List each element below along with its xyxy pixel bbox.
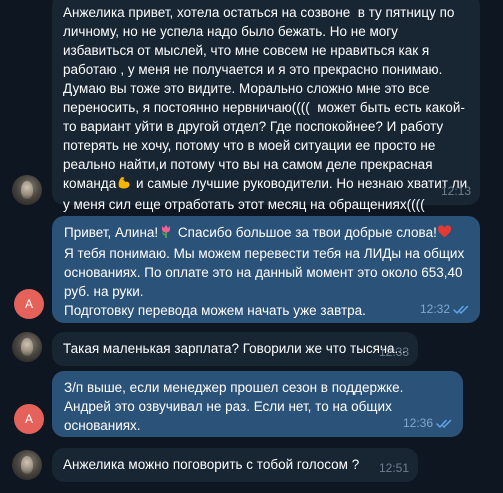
message-greeting: Привет, Алина! <box>64 225 159 240</box>
message-time: 12:36 <box>402 416 433 430</box>
message-text: З/п выше, если менеджер прошел сезон в п… <box>64 380 408 433</box>
message-body: Я тебя понимаю. Мы можем перевести тебя … <box>64 246 465 318</box>
message-text: Анжелика привет, хотела остаться на созв… <box>63 5 465 191</box>
message-time: 12:51 <box>378 461 409 475</box>
chat-history[interactable]: Анжелика привет, хотела остаться на созв… <box>0 0 503 493</box>
message-outgoing[interactable]: З/п выше, если менеджер прошел сезон в п… <box>52 371 463 437</box>
message-meta: 12:36 <box>403 414 454 433</box>
double-check-icon <box>436 419 452 428</box>
message-outgoing[interactable]: Привет, Алина! Спасибо большое за твои д… <box>52 216 480 323</box>
muscle-emoji <box>116 174 132 195</box>
double-check-icon <box>453 305 469 314</box>
contact-avatar[interactable] <box>12 450 42 480</box>
message-incoming[interactable]: Такая маленькая зарплата? Говорили же чт… <box>52 332 418 366</box>
my-avatar[interactable]: A <box>14 404 44 434</box>
contact-avatar[interactable] <box>12 332 42 362</box>
message-time: 12:32 <box>419 302 450 316</box>
message-incoming[interactable]: Анжелика можно поговорить с тобой голосо… <box>52 448 418 482</box>
message-meta: 12:13 <box>441 182 471 201</box>
message-text: Привет, Алина! Спасибо большое за твои д… <box>64 223 470 320</box>
contact-avatar[interactable] <box>12 175 42 205</box>
tulip-emoji <box>158 223 174 244</box>
message-incoming[interactable]: Анжелика привет, хотела остаться на созв… <box>52 0 480 212</box>
heart-emoji <box>437 224 452 244</box>
message-text: Анжелика можно поговорить с тобой голосо… <box>63 457 360 472</box>
message-text: Такая маленькая зарплата? Говорили же чт… <box>63 341 406 356</box>
message-meta: 12:51 <box>379 459 409 478</box>
my-avatar[interactable]: A <box>14 289 44 319</box>
message-time: 12:33 <box>378 345 409 359</box>
message-meta: 12:32 <box>420 300 471 319</box>
message-thanks: Спасибо большое за твои добрые слова! <box>174 225 437 240</box>
message-meta: 12:33 <box>379 343 409 362</box>
message-time: 12:13 <box>440 184 471 198</box>
